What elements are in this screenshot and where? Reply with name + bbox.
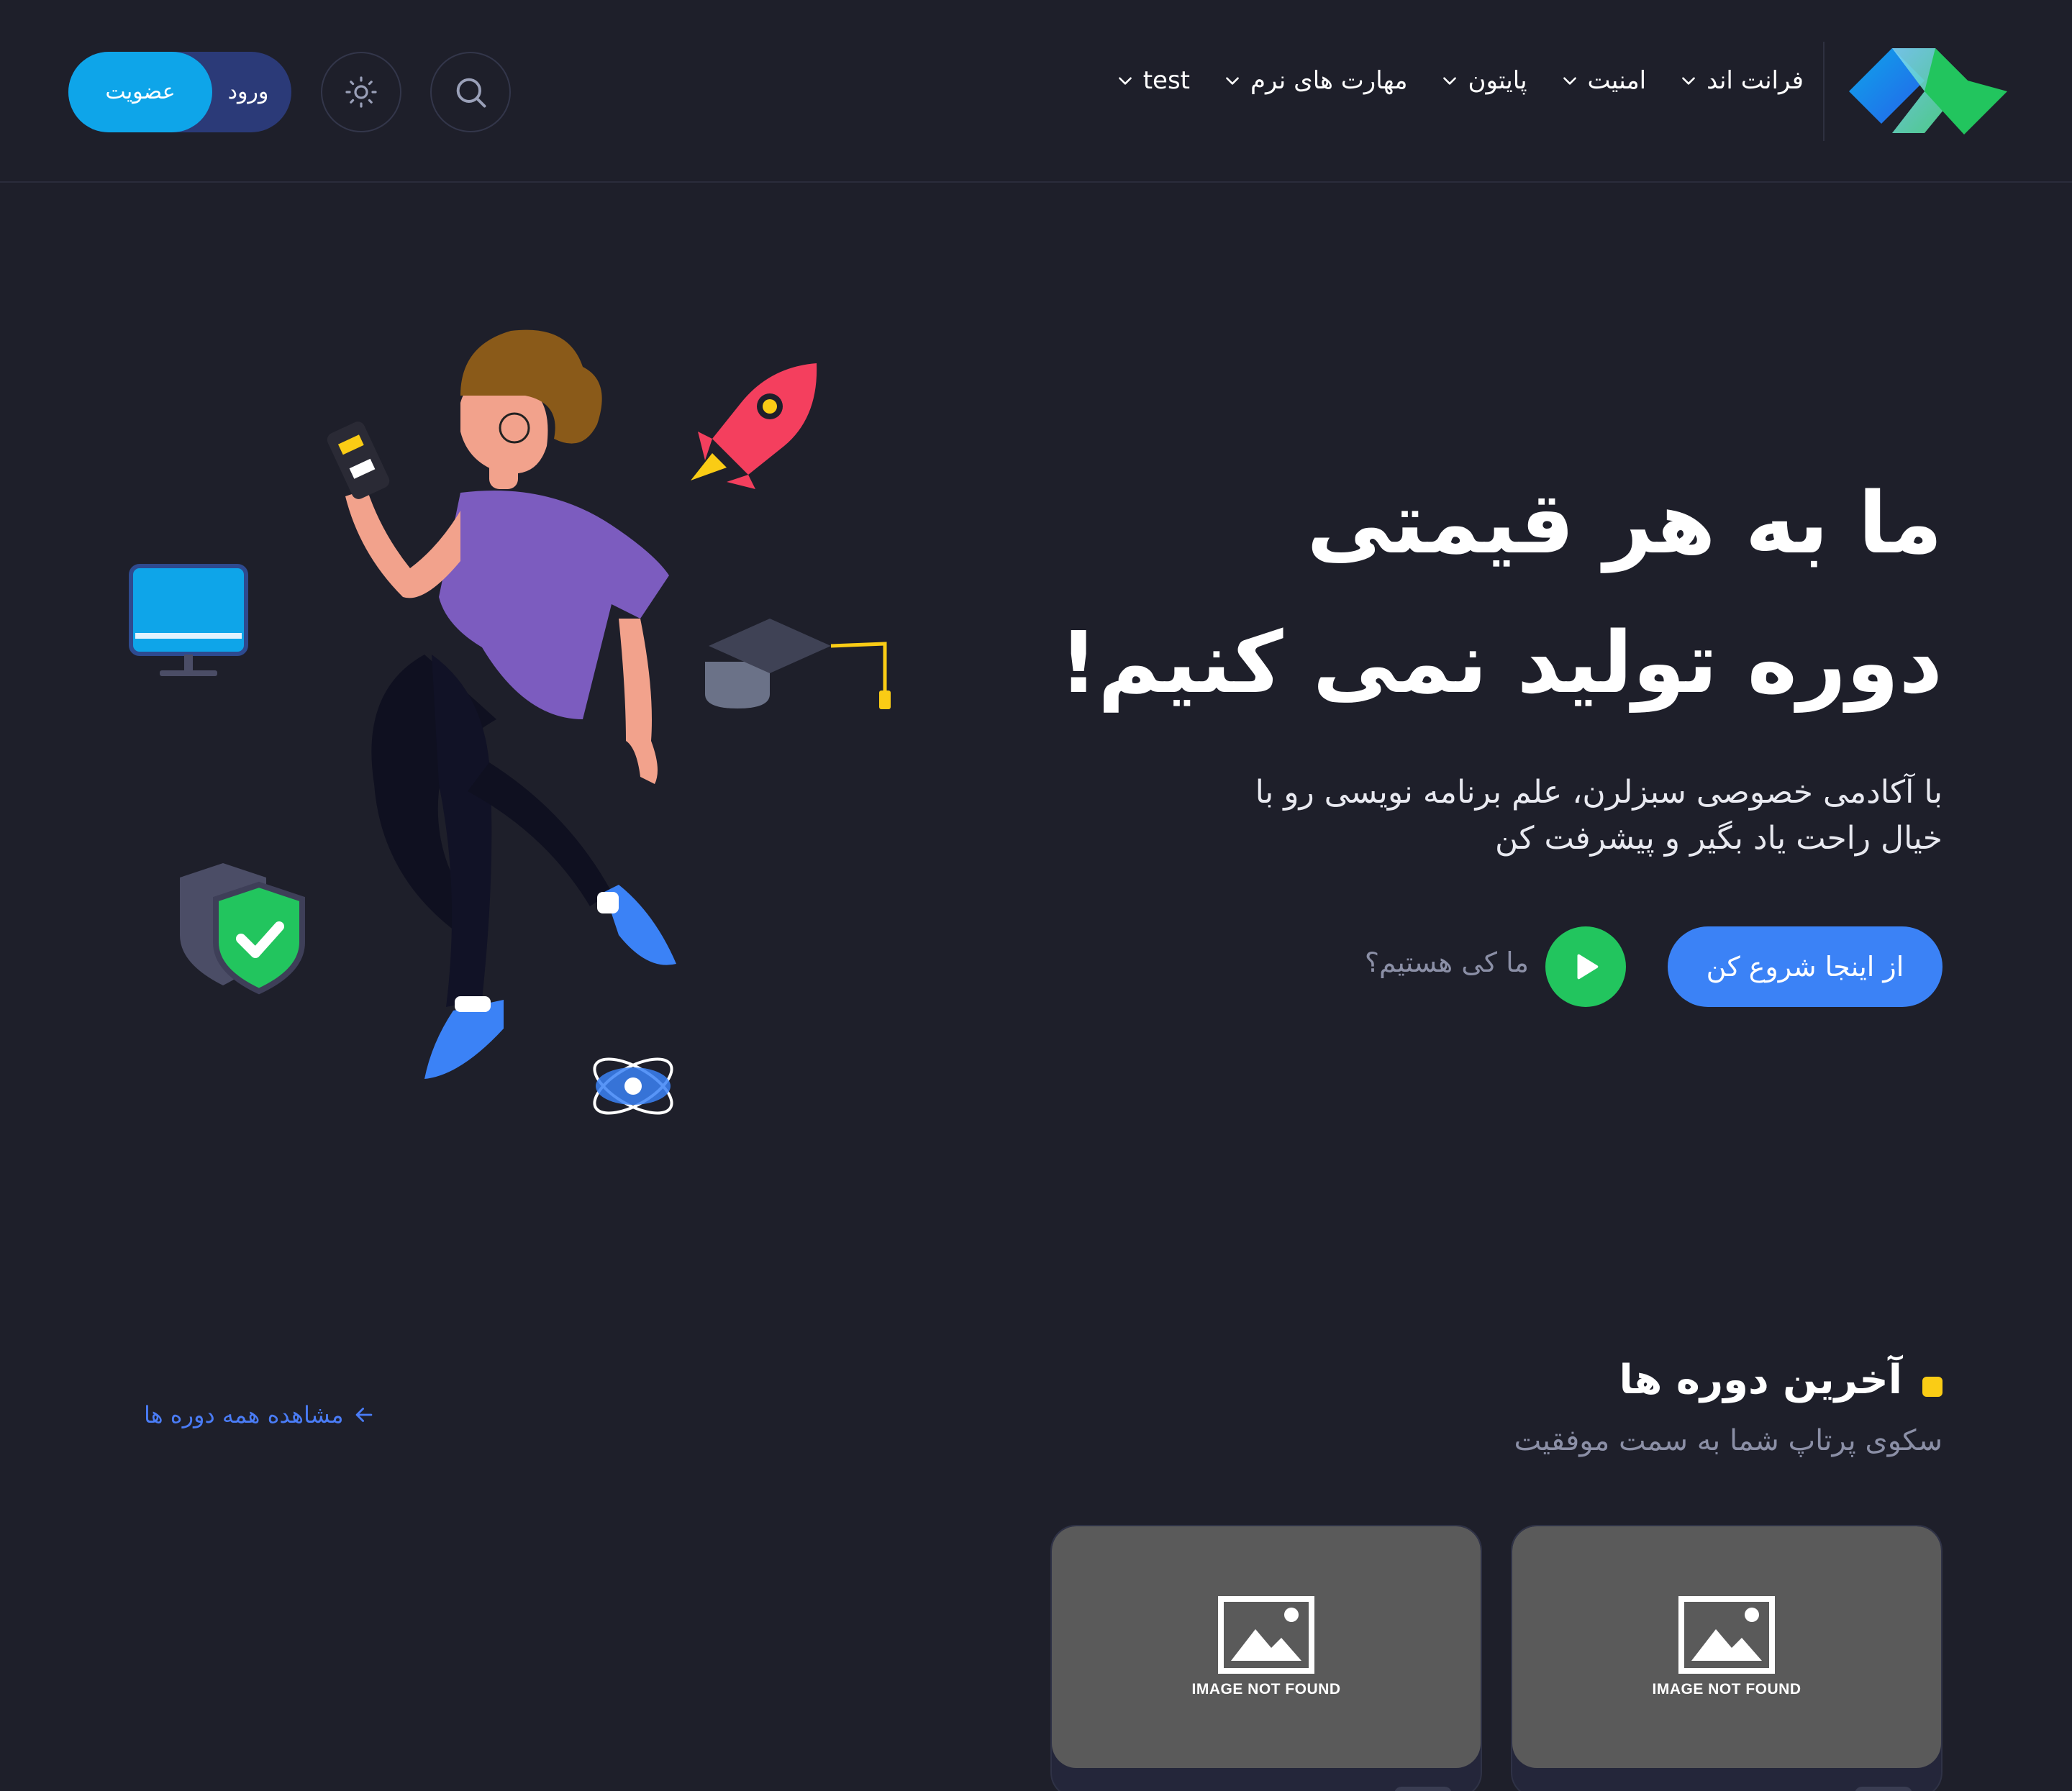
graduation-cap-icon (705, 619, 891, 709)
course-card-tag (1394, 1787, 1452, 1791)
play-icon (1577, 954, 1599, 980)
chevron-down-icon (1563, 77, 1576, 85)
chevron-down-icon (1682, 77, 1696, 85)
nav-item-label: امنیت (1587, 66, 1647, 95)
monitor-icon (129, 564, 248, 676)
view-all-label: مشاهده همه دوره ها (144, 1401, 344, 1428)
start-here-button[interactable]: از اینجا شروع کن (1668, 926, 1942, 1007)
nav-item-label: test (1142, 66, 1190, 95)
latest-courses-subtitle: سکوی پرتاپ شما به سمت موفقیت (1514, 1424, 1942, 1457)
search-button[interactable] (430, 52, 511, 132)
about-us-link[interactable]: ما کی هستیم؟ (1353, 947, 1529, 978)
header-divider (1823, 42, 1825, 141)
chevron-down-icon (1226, 77, 1239, 85)
character-illustration (327, 329, 676, 1079)
image-not-found-label: IMAGE NOT FOUND (1652, 1681, 1801, 1697)
image-not-found-label: IMAGE NOT FOUND (1191, 1681, 1341, 1697)
theme-toggle-button[interactable] (321, 52, 401, 132)
course-card-image: IMAGE NOT FOUND (1052, 1526, 1481, 1768)
nav-item-test[interactable]: test (1116, 66, 1190, 95)
signup-button[interactable]: عضویت (68, 52, 212, 132)
course-card[interactable]: IMAGE NOT FOUND (1050, 1525, 1482, 1791)
sun-icon (345, 76, 377, 108)
image-placeholder-icon (1678, 1596, 1775, 1674)
main-nav: فرانت اند امنیت پایتون مهارت های نرم tes… (1116, 66, 1804, 95)
nav-item-label: پایتون (1468, 66, 1527, 95)
nav-item-label: مهارت های نرم (1250, 66, 1408, 95)
play-video-button[interactable] (1545, 926, 1626, 1007)
hero-title-line-1: ما به هر قیمتی (1307, 473, 1942, 573)
section-bullet (1922, 1377, 1942, 1397)
nav-item-soft-skills[interactable]: مهارت های نرم (1223, 66, 1407, 95)
nav-item-python[interactable]: پایتون (1440, 66, 1527, 95)
course-card-image: IMAGE NOT FOUND (1512, 1526, 1941, 1768)
arrow-left-icon (356, 1408, 373, 1422)
hero-title-line-2: دوره تولید نمی کنیم! (1059, 613, 1942, 712)
latest-courses-title: آخرین دوره ها (1619, 1357, 1902, 1403)
nav-item-label: فرانت اند (1707, 66, 1804, 95)
view-all-courses-link[interactable]: مشاهده همه دوره ها (144, 1401, 376, 1428)
chevron-down-icon (1443, 77, 1457, 85)
nav-item-security[interactable]: امنیت (1560, 66, 1647, 95)
chevron-down-icon (1118, 77, 1132, 85)
hero-illustration (129, 329, 891, 1115)
image-placeholder-icon (1218, 1596, 1314, 1674)
course-card[interactable]: IMAGE NOT FOUND (1511, 1525, 1942, 1791)
hero-description: با آکادمی خصوصی سبزلرن، علم برنامه نویسی… (1255, 774, 1942, 857)
course-card-tag (1855, 1787, 1912, 1791)
auth-buttons: ورود عضویت (68, 52, 291, 132)
search-icon (456, 78, 486, 108)
logo[interactable] (1849, 40, 2007, 144)
atom-icon (593, 1057, 673, 1115)
rocket-icon (691, 363, 817, 489)
site-header: فرانت اند امنیت پایتون مهارت های نرم tes… (0, 0, 2072, 183)
login-button[interactable]: ورود (205, 52, 291, 132)
nav-item-frontend[interactable]: فرانت اند (1679, 66, 1804, 95)
shield-icon (180, 863, 305, 995)
